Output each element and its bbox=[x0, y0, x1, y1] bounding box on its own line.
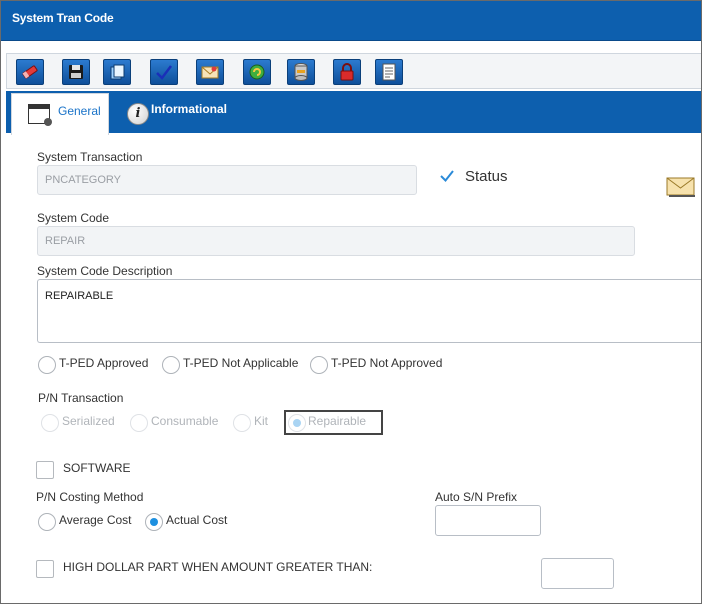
status-label: Status bbox=[465, 168, 508, 185]
serialized-radio[interactable] bbox=[41, 414, 59, 432]
repairable-radio[interactable] bbox=[288, 414, 306, 432]
toolbar bbox=[6, 53, 701, 89]
average-cost-label: Average Cost bbox=[59, 513, 132, 527]
kit-radio[interactable] bbox=[233, 414, 251, 432]
report-button[interactable] bbox=[375, 59, 403, 85]
system-code-field[interactable]: REPAIR bbox=[37, 226, 635, 256]
actual-cost-label: Actual Cost bbox=[166, 513, 228, 527]
system-code-description-label: System Code Description bbox=[37, 264, 173, 278]
eraser-button[interactable] bbox=[16, 59, 44, 85]
save-icon bbox=[69, 65, 83, 79]
email-button[interactable] bbox=[196, 59, 224, 85]
database-icon bbox=[294, 63, 308, 81]
high-dollar-label: HIGH DOLLAR PART WHEN AMOUNT GREATER THA… bbox=[63, 560, 373, 574]
high-dollar-amount-input[interactable] bbox=[541, 558, 614, 589]
consumable-radio[interactable] bbox=[130, 414, 148, 432]
tped-not-applicable-radio[interactable] bbox=[162, 356, 180, 374]
repairable-label: Repairable bbox=[308, 414, 367, 428]
actual-cost-radio[interactable] bbox=[145, 513, 163, 531]
copy-button[interactable] bbox=[103, 59, 131, 85]
lock-icon bbox=[340, 63, 354, 81]
save-button[interactable] bbox=[62, 59, 90, 85]
title-bar: System Tran Code bbox=[1, 1, 701, 41]
window: System Tran Code General i Informational… bbox=[0, 0, 702, 604]
auto-sn-prefix-input[interactable] bbox=[435, 505, 541, 536]
refresh-button[interactable] bbox=[243, 59, 271, 85]
checkmark-icon bbox=[156, 65, 172, 80]
report-icon bbox=[382, 63, 396, 81]
system-transaction-value: PNCATEGORY bbox=[45, 174, 121, 186]
software-label: SOFTWARE bbox=[63, 461, 131, 475]
high-dollar-checkbox[interactable] bbox=[36, 560, 54, 578]
window-icon bbox=[28, 104, 52, 126]
status-checkbox[interactable] bbox=[438, 167, 456, 185]
software-checkbox[interactable] bbox=[36, 461, 54, 479]
system-transaction-label: System Transaction bbox=[37, 150, 143, 164]
pn-costing-method-label: P/N Costing Method bbox=[36, 490, 144, 504]
envelope-icon[interactable] bbox=[666, 176, 696, 198]
system-code-description-field[interactable]: REPAIRABLE bbox=[37, 279, 701, 343]
tped-approved-label: T-PED Approved bbox=[59, 356, 149, 370]
tped-approved-radio[interactable] bbox=[38, 356, 56, 374]
info-icon: i bbox=[127, 103, 149, 125]
tab-general[interactable]: General bbox=[11, 93, 109, 135]
window-title: System Tran Code bbox=[12, 11, 114, 25]
average-cost-radio[interactable] bbox=[38, 513, 56, 531]
tab-informational-label: Informational bbox=[151, 102, 228, 116]
tped-not-approved-radio[interactable] bbox=[310, 356, 328, 374]
database-button[interactable] bbox=[287, 59, 315, 85]
system-code-label: System Code bbox=[37, 211, 110, 225]
eraser-icon bbox=[22, 65, 38, 79]
kit-label: Kit bbox=[254, 414, 269, 428]
pn-transaction-label: P/N Transaction bbox=[38, 391, 124, 405]
serialized-label: Serialized bbox=[62, 414, 115, 428]
tab-informational[interactable]: i Informational bbox=[121, 99, 241, 125]
mail-icon bbox=[201, 66, 219, 79]
tped-not-approved-label: T-PED Not Approved bbox=[331, 356, 443, 370]
consumable-label: Consumable bbox=[151, 414, 219, 428]
checkmark-icon bbox=[440, 170, 454, 183]
tped-not-applicable-label: T-PED Not Applicable bbox=[183, 356, 299, 370]
tab-general-label: General bbox=[58, 104, 101, 118]
system-code-description-value: REPAIRABLE bbox=[45, 290, 114, 302]
tab-bar: General i Informational bbox=[6, 91, 701, 135]
copy-icon bbox=[110, 64, 125, 80]
system-transaction-field[interactable]: PNCATEGORY bbox=[37, 165, 417, 195]
refresh-icon bbox=[249, 64, 265, 80]
auto-sn-prefix-label: Auto S/N Prefix bbox=[435, 490, 518, 504]
approve-button[interactable] bbox=[150, 59, 178, 85]
system-code-value: REPAIR bbox=[45, 235, 86, 247]
lock-button[interactable] bbox=[333, 59, 361, 85]
